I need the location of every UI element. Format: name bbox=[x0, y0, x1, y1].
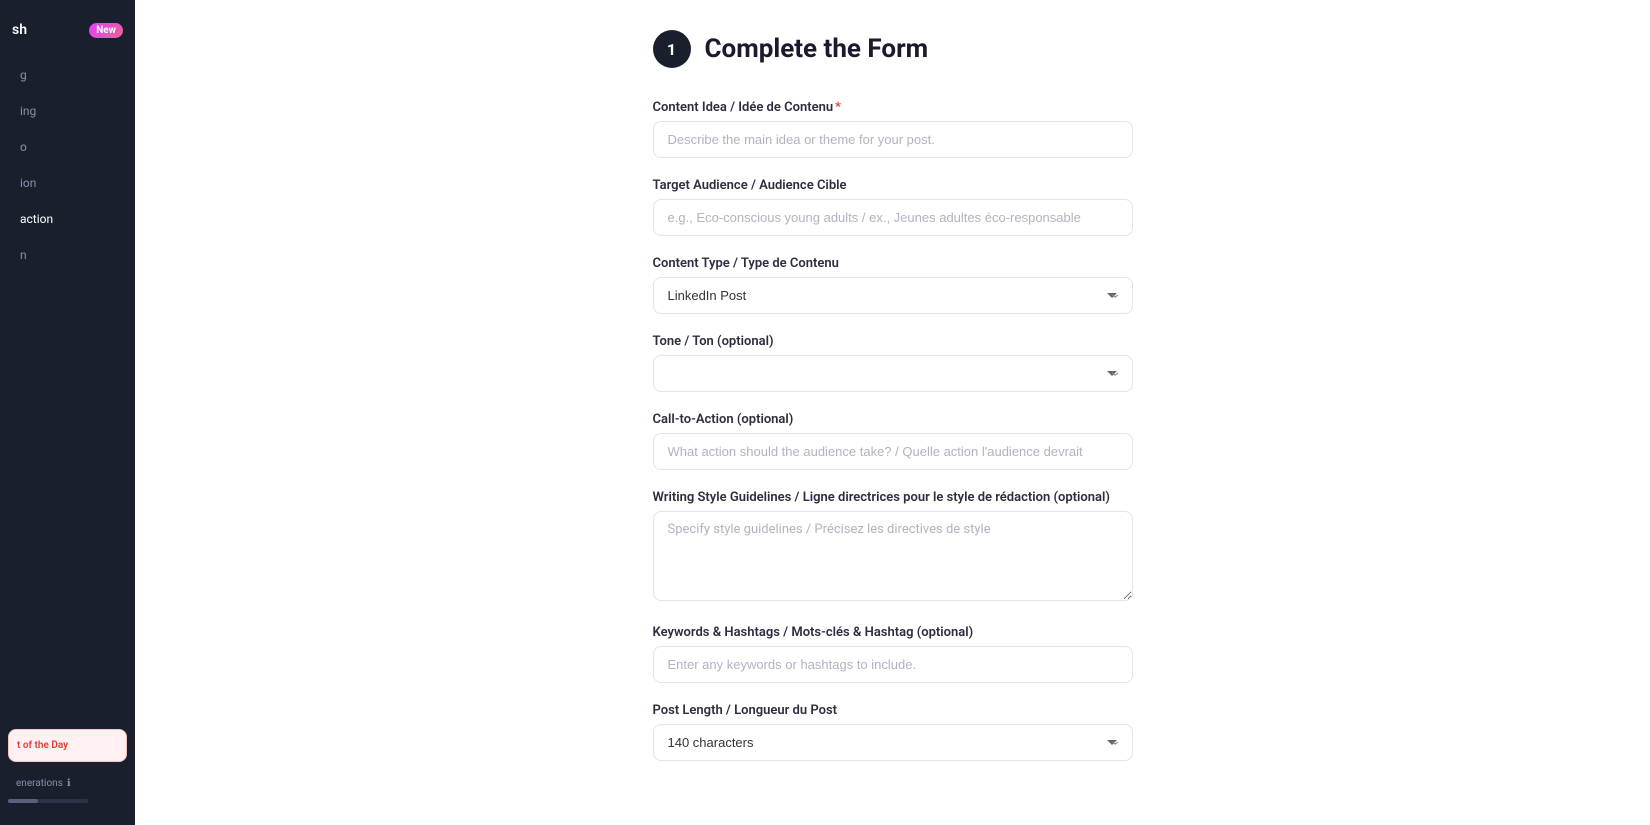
info-icon: ℹ bbox=[67, 778, 71, 789]
sidebar-logo: sh bbox=[12, 22, 27, 38]
keywords-input[interactable] bbox=[653, 646, 1133, 683]
content-type-group: Content Type / Type de Contenu LinkedIn … bbox=[653, 256, 1133, 314]
required-star: * bbox=[835, 100, 841, 115]
content-type-select[interactable]: LinkedIn Post Twitter/X Post Instagram P… bbox=[653, 277, 1133, 314]
sidebar: sh New g ing o ion action n t of the Day… bbox=[0, 0, 135, 825]
writing-style-label: Writing Style Guidelines / Ligne directr… bbox=[653, 490, 1133, 505]
form-container: 1 Complete the Form Content Idea / Idée … bbox=[653, 30, 1133, 761]
sidebar-item-g[interactable]: g bbox=[6, 58, 129, 92]
content-type-label: Content Type / Type de Contenu bbox=[653, 256, 1133, 271]
content-idea-input[interactable] bbox=[653, 121, 1133, 158]
new-badge[interactable]: New bbox=[89, 23, 123, 38]
writing-style-textarea[interactable] bbox=[653, 511, 1133, 601]
page-title: Complete the Form bbox=[705, 34, 929, 64]
cta-input[interactable] bbox=[653, 433, 1133, 470]
writing-style-group: Writing Style Guidelines / Ligne directr… bbox=[653, 490, 1133, 605]
target-audience-group: Target Audience / Audience Cible bbox=[653, 178, 1133, 236]
sidebar-item-n[interactable]: n bbox=[6, 238, 129, 272]
content-type-select-wrapper: LinkedIn Post Twitter/X Post Instagram P… bbox=[653, 277, 1133, 314]
sidebar-bottom: t of the Day enerations ℹ bbox=[0, 719, 135, 813]
target-audience-input[interactable] bbox=[653, 199, 1133, 236]
prompt-of-day-button[interactable]: t of the Day bbox=[8, 729, 127, 762]
post-length-select[interactable]: 140 characters 280 characters 500 charac… bbox=[653, 724, 1133, 761]
generations-bar bbox=[8, 799, 88, 803]
post-length-label: Post Length / Longueur du Post bbox=[653, 703, 1133, 718]
tone-select-wrapper: Professional Casual Humorous Inspiration… bbox=[653, 355, 1133, 392]
content-idea-group: Content Idea / Idée de Contenu* bbox=[653, 100, 1133, 158]
sidebar-nav: g ing o ion action n bbox=[0, 54, 135, 719]
target-audience-label: Target Audience / Audience Cible bbox=[653, 178, 1133, 193]
cta-label: Call-to-Action (optional) bbox=[653, 412, 1133, 427]
generations-info: enerations ℹ bbox=[8, 772, 127, 795]
tone-select[interactable]: Professional Casual Humorous Inspiration… bbox=[653, 355, 1133, 392]
keywords-label: Keywords & Hashtags / Mots-clés & Hashta… bbox=[653, 625, 1133, 640]
generations-bar-fill bbox=[8, 799, 38, 803]
tone-group: Tone / Ton (optional) Professional Casua… bbox=[653, 334, 1133, 392]
post-length-group: Post Length / Longueur du Post 140 chara… bbox=[653, 703, 1133, 761]
sidebar-item-ion[interactable]: ion bbox=[6, 166, 129, 200]
form-header: 1 Complete the Form bbox=[653, 30, 1133, 68]
sidebar-item-ing[interactable]: ing bbox=[6, 94, 129, 128]
cta-group: Call-to-Action (optional) bbox=[653, 412, 1133, 470]
sidebar-logo-area: sh New bbox=[0, 12, 135, 54]
sidebar-item-o[interactable]: o bbox=[6, 130, 129, 164]
step-badge: 1 bbox=[653, 30, 691, 68]
content-idea-label: Content Idea / Idée de Contenu* bbox=[653, 100, 1133, 115]
keywords-group: Keywords & Hashtags / Mots-clés & Hashta… bbox=[653, 625, 1133, 683]
post-length-select-wrapper: 140 characters 280 characters 500 charac… bbox=[653, 724, 1133, 761]
main-content: 1 Complete the Form Content Idea / Idée … bbox=[135, 0, 1650, 825]
sidebar-item-action[interactable]: action bbox=[6, 202, 129, 236]
tone-label: Tone / Ton (optional) bbox=[653, 334, 1133, 349]
generations-label: enerations bbox=[16, 778, 63, 789]
